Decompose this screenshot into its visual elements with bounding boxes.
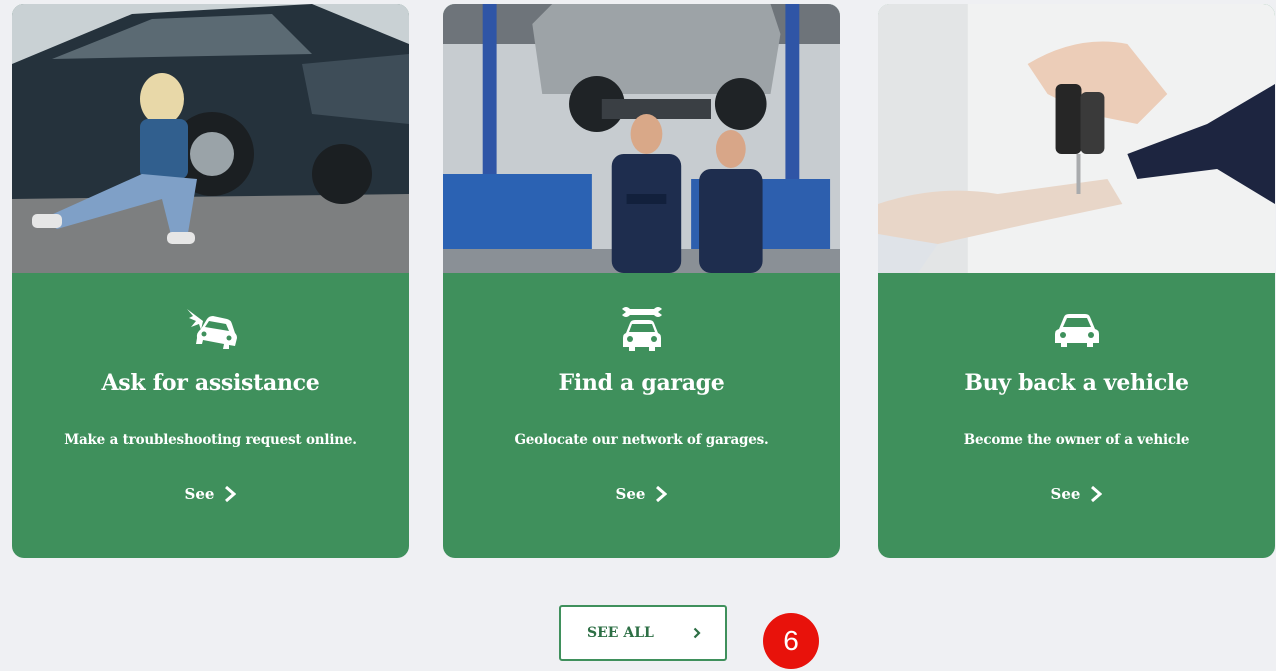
see-link-label: See xyxy=(615,485,646,503)
card-title: Ask for assistance xyxy=(101,370,320,396)
garage-photo xyxy=(443,4,840,273)
card-description: Become the owner of a vehicle xyxy=(963,432,1190,448)
see-link-label: See xyxy=(1050,485,1081,503)
chevron-right-icon xyxy=(656,485,668,503)
car-crash-icon xyxy=(183,303,239,353)
see-link[interactable]: See xyxy=(12,485,409,503)
accident-photo xyxy=(12,4,409,273)
card-title: Find a garage xyxy=(558,370,725,396)
card-description: Make a troubleshooting request online. xyxy=(64,432,357,448)
see-all-button[interactable]: SEE ALL xyxy=(559,605,727,661)
annotation-marker: 6 xyxy=(763,613,819,669)
see-link-label: See xyxy=(184,485,215,503)
see-link[interactable]: See xyxy=(878,485,1275,503)
car-repair-wrench-icon xyxy=(614,303,670,353)
card-title: Buy back a vehicle xyxy=(964,370,1189,396)
card-description: Geolocate our network of garages. xyxy=(514,432,769,448)
card-find-a-garage[interactable]: Find a garage Geolocate our network of g… xyxy=(443,4,840,558)
chevron-right-icon xyxy=(225,485,237,503)
keys-handover-photo xyxy=(878,4,1275,273)
see-all-label: SEE ALL xyxy=(587,625,654,641)
car-icon xyxy=(1049,303,1105,353)
card-buy-back-a-vehicle[interactable]: Buy back a vehicle Become the owner of a… xyxy=(878,4,1275,558)
card-ask-for-assistance[interactable]: Ask for assistance Make a troubleshootin… xyxy=(12,4,409,558)
see-link[interactable]: See xyxy=(443,485,840,503)
chevron-right-icon xyxy=(1091,485,1103,503)
chevron-right-icon xyxy=(693,627,701,639)
